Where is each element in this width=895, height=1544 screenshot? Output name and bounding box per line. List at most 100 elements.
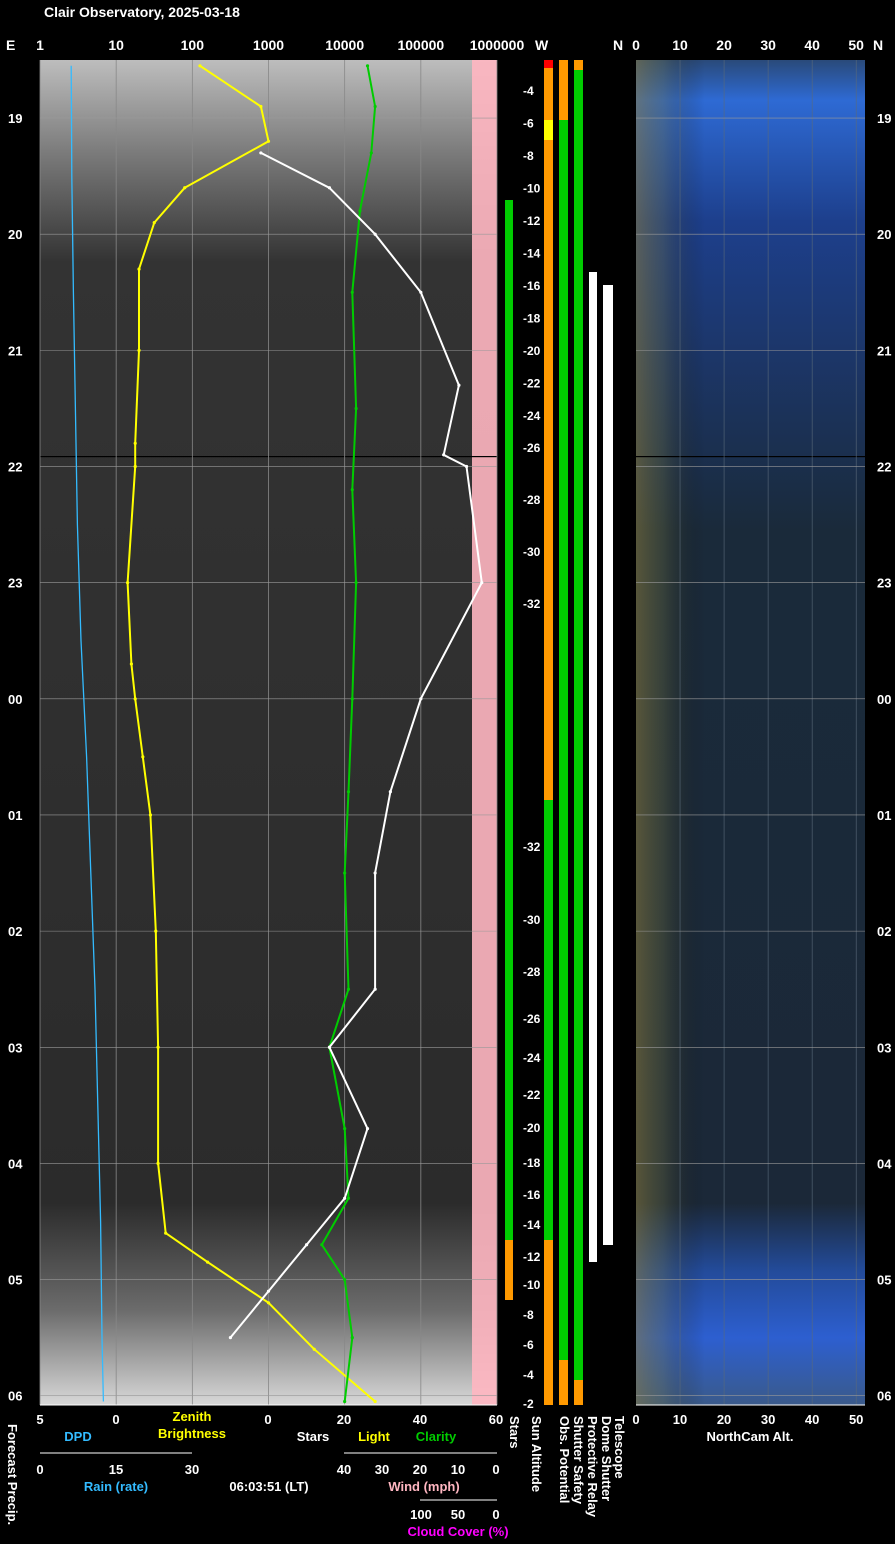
series-point — [343, 1277, 347, 1282]
cloud-tick: 100 — [410, 1507, 432, 1522]
sun-altitude-tick: -10 — [523, 182, 541, 196]
top-axis-decade-label: 1000000 — [470, 37, 525, 53]
sun-altitude-tick: -6 — [523, 117, 534, 131]
protective-relay-bar — [574, 60, 583, 70]
hour-label-right: 01 — [877, 808, 891, 823]
series-point — [327, 186, 332, 190]
top-axis-decade-label: 10 — [108, 37, 124, 53]
series-point — [183, 186, 187, 190]
shutter-safety-bar — [559, 1360, 568, 1405]
sun-altitude-tick: -14 — [523, 1218, 541, 1232]
top-axis-n-marker: N — [613, 37, 623, 53]
forecast-precip-label: Forecast Precip. — [5, 1424, 20, 1525]
protective-relay-bar — [574, 70, 583, 1380]
top-axis-n-marker-right: N — [873, 37, 883, 53]
hour-label-right: 03 — [877, 1040, 891, 1055]
series-point — [419, 697, 423, 701]
series-point — [320, 1243, 324, 1247]
hour-label-left: 05 — [8, 1273, 22, 1288]
hour-label-right: 04 — [877, 1156, 892, 1171]
stars-bar — [505, 60, 513, 200]
time-label: 06:03:51 (LT) — [229, 1479, 308, 1494]
northcam-tick: 30 — [761, 1412, 775, 1427]
wind-tick: 40 — [337, 1462, 351, 1477]
hour-label-left: 02 — [8, 924, 22, 939]
sun-altitude-tick: -30 — [523, 545, 541, 559]
stars-tick: 40 — [413, 1412, 427, 1427]
series-point — [358, 209, 362, 213]
series-point — [259, 104, 263, 109]
northcam-tick: 0 — [632, 1412, 639, 1427]
northcam-tick: 40 — [805, 1412, 819, 1427]
rain-tick: 15 — [109, 1462, 123, 1477]
hour-label-left: 04 — [8, 1156, 23, 1171]
wind-tick: 30 — [375, 1462, 389, 1477]
top-axis-altitude-label: 50 — [848, 37, 864, 53]
sun-altitude-tick: -26 — [523, 1012, 541, 1026]
protective-relay-bar — [574, 1380, 583, 1405]
sun-altitude-tick: -20 — [523, 344, 541, 358]
series-point — [343, 1126, 347, 1131]
dpd-tick: 0 — [112, 1412, 119, 1427]
hour-label-right: 06 — [877, 1389, 891, 1404]
status-column-label: Obs. Potential — [557, 1416, 572, 1503]
stars-bar — [505, 200, 513, 1240]
hour-label-left: 21 — [8, 343, 22, 358]
sun-altitude-tick: -18 — [523, 1156, 541, 1170]
hour-label-right: 05 — [877, 1273, 891, 1288]
sun-altitude-tick: -12 — [523, 1250, 541, 1264]
series-point — [327, 1045, 332, 1049]
series-point — [125, 581, 130, 585]
series-point — [354, 406, 358, 411]
sun-altitude-tick: -32 — [523, 840, 541, 854]
hour-label-right: 20 — [877, 227, 891, 242]
northcam-tick: 20 — [717, 1412, 731, 1427]
series-point — [464, 464, 469, 469]
series-point — [350, 290, 354, 294]
top-axis-decade-label: 100 — [181, 37, 205, 53]
rain-tick: 0 — [36, 1462, 43, 1477]
series-point — [346, 790, 351, 794]
zenith-label: Zenith — [173, 1409, 212, 1424]
sun-altitude-tick: -26 — [523, 441, 541, 455]
obs-potential-bar — [544, 800, 553, 1240]
obs-potential-bar — [544, 68, 553, 120]
sun-altitude-tick: -28 — [523, 965, 541, 979]
cloud-tick: 0 — [492, 1507, 499, 1522]
wind-tick: 20 — [413, 1462, 427, 1477]
wind-label: Wind (mph) — [388, 1479, 459, 1494]
hour-label-left: 22 — [8, 460, 22, 475]
top-axis-decade-label: 1 — [36, 37, 44, 53]
wind-tick: 0 — [492, 1462, 499, 1477]
series-point — [198, 64, 202, 68]
series-point — [152, 221, 156, 225]
series-point — [141, 755, 145, 759]
status-column-label: Telescope — [612, 1416, 627, 1479]
sun-altitude-tick: -2 — [523, 1397, 534, 1411]
shutter-safety-bar — [559, 120, 568, 1360]
sun-altitude-tick: -10 — [523, 1278, 541, 1292]
sun-altitude-tick: -20 — [523, 1121, 541, 1135]
top-axis-altitude-label: 30 — [760, 37, 776, 53]
status-column-label: Stars — [507, 1416, 522, 1449]
top-axis-e-marker: E — [6, 37, 15, 53]
series-point — [419, 290, 423, 294]
series-point — [205, 1260, 210, 1264]
series-point — [365, 1126, 370, 1131]
series-point — [266, 139, 271, 143]
series-point — [148, 813, 153, 817]
series-point — [343, 1196, 347, 1200]
cloud-tick: 50 — [451, 1507, 465, 1522]
sun-altitude-tick: -24 — [523, 409, 541, 423]
status-column-label: Protective Relay — [585, 1416, 600, 1518]
now-line — [40, 456, 865, 458]
series-point — [133, 441, 137, 445]
sun-altitude-tick: -22 — [523, 377, 541, 391]
top-axis-decade-label: 10000 — [325, 37, 364, 53]
series-point — [137, 267, 141, 271]
sun-altitude-tick: -18 — [523, 312, 541, 326]
series-point — [388, 790, 392, 794]
series-point — [346, 987, 351, 991]
sun-altitude-tick: -32 — [523, 597, 541, 611]
sun-altitude-tick: -4 — [523, 84, 534, 98]
